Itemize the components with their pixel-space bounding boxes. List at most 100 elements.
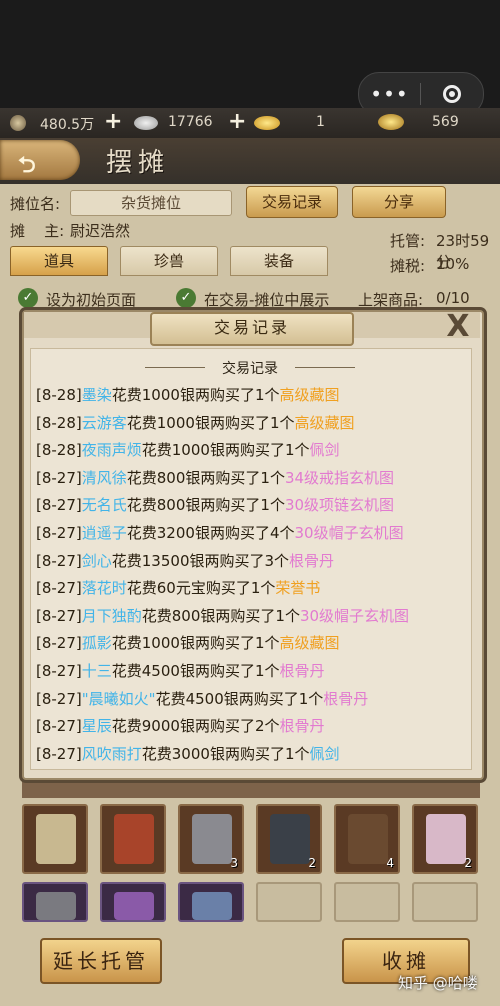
record-item: 根骨丹 [279, 717, 325, 736]
tax-label: 摊税: [390, 257, 426, 275]
record-row: [8-27]落花时花费60元宝购买了1个荣誉书 [36, 575, 476, 601]
record-buyer: 孤影 [81, 634, 112, 653]
record-buyer: 云游客 [81, 413, 127, 432]
record-date: [8-27] [36, 524, 82, 542]
tab-pets[interactable]: 珍兽 [120, 246, 218, 276]
tab-equipment[interactable]: 装备 [230, 246, 328, 276]
inventory-slot[interactable]: 2 [256, 804, 322, 874]
back-arrow-icon: ⮌ [18, 153, 36, 178]
record-row: [8-27]十三花费4500银两购买了1个根骨丹 [36, 658, 476, 684]
more-dots-icon[interactable]: ••• [359, 82, 420, 106]
record-buyer: 夜雨声烦 [81, 441, 142, 460]
ingot-amount: 17766 [168, 114, 213, 130]
record-row: [8-27]孤影花费1000银两购买了1个高级藏图 [36, 630, 476, 656]
inventory-slot[interactable] [256, 882, 322, 922]
record-text: 花费1000银两购买了1个 [111, 386, 280, 404]
record-buyer: 无名氏 [81, 496, 127, 515]
inventory-slot[interactable] [22, 882, 88, 922]
listed-label: 上架商品: [358, 291, 424, 309]
record-row: [8-27]风吹雨打花费3000银两购买了1个佩剑 [36, 741, 476, 767]
record-date: [8-27] [36, 634, 82, 653]
locked-gold-amount: 569 [432, 114, 459, 130]
default-page-label: 设为初始页面 [46, 291, 137, 309]
record-row: [8-27]逍遥子花费3200银两购买了4个30级帽子玄机图 [36, 520, 476, 546]
silver-coin-icon [10, 115, 26, 131]
add-silver-button[interactable]: + [104, 111, 122, 133]
record-date: [8-27] [36, 744, 82, 763]
record-text: 花费9000银两购买了2个 [111, 717, 280, 736]
record-date: [8-27] [36, 717, 82, 736]
inventory-slot[interactable]: 2 [412, 804, 478, 874]
sword-icon [192, 814, 232, 864]
record-text: 花费800银两购买了1个 [126, 468, 285, 487]
record-item: 高级藏图 [294, 413, 355, 432]
zither-icon [348, 814, 388, 864]
silver-ingot-icon [134, 116, 158, 130]
record-text: 花费3000银两购买了1个 [141, 744, 310, 763]
ore-icon [426, 814, 466, 864]
record-date: [8-27] [36, 689, 82, 708]
record-text: 花费1000银两购买了1个 [126, 413, 295, 432]
record-row: [8-27]星辰花费9000银两购买了2个根骨丹 [36, 713, 476, 739]
owner-name: 尉迟浩然 [70, 222, 131, 240]
modal-title: 交易记录 [150, 312, 354, 346]
record-text: 花费800银两购买了1个 [141, 606, 300, 625]
inventory-slot[interactable]: 4 [334, 804, 400, 874]
record-item: 佩剑 [309, 441, 340, 460]
item-quantity: 3 [230, 856, 238, 870]
trade-record-button[interactable]: 交易记录 [246, 186, 338, 218]
record-item: 34级戒指玄机图 [284, 468, 395, 487]
record-item: 荣誉书 [275, 579, 321, 598]
record-date: [8-27] [36, 606, 82, 625]
share-button[interactable]: 分享 [352, 186, 446, 218]
record-buyer: 清风徐 [81, 468, 127, 487]
extend-hosting-button[interactable]: 延长托管 [40, 938, 162, 984]
silver-amount: 480.5万 [40, 117, 95, 133]
record-row: [8-27]剑心花费13500银两购买了3个根骨丹 [36, 548, 476, 574]
gem-icon [114, 892, 154, 920]
checkbox-show-in-trade[interactable]: ✓ [176, 288, 196, 308]
stall-name-field[interactable]: 杂货摊位 [70, 190, 232, 216]
record-item: 佩剑 [309, 744, 340, 763]
back-button[interactable]: ⮌ [0, 140, 80, 180]
inventory-slot[interactable] [412, 882, 478, 922]
gold-amount: 1 [316, 114, 325, 130]
inventory-slot[interactable] [178, 882, 244, 922]
manual-icon [270, 814, 310, 864]
inventory-slot[interactable] [100, 882, 166, 922]
item-quantity: 2 [464, 856, 472, 870]
record-buyer: "晨曦如火" [81, 689, 156, 708]
target-close-icon[interactable] [421, 85, 482, 103]
record-row: [8-27]月下独酌花费800银两购买了1个30级帽子玄机图 [36, 603, 476, 629]
record-item: 高级藏图 [279, 386, 340, 404]
record-item: 30级项链玄机图 [284, 496, 395, 515]
inventory-slot[interactable] [100, 804, 166, 874]
watermark: 知乎 @哈喽 [398, 974, 478, 992]
inventory-slot[interactable] [334, 882, 400, 922]
record-row: [8-28]云游客花费1000银两购买了1个高级藏图 [36, 410, 476, 436]
record-row: [8-28]夜雨声烦花费1000银两购买了1个佩剑 [36, 437, 476, 463]
record-row: [8-27]无名氏花费800银两购买了1个30级项链玄机图 [36, 492, 476, 518]
record-subtitle: 交易记录 [222, 361, 278, 377]
stall-name-label: 摊位名: [10, 195, 61, 213]
record-row: [8-27]清风徐花费800银两购买了1个34级戒指玄机图 [36, 465, 476, 491]
book-icon [36, 814, 76, 864]
checkbox-default-page[interactable]: ✓ [18, 288, 38, 308]
record-item: 根骨丹 [289, 551, 335, 570]
scroll-icon [114, 814, 154, 864]
page-title: 摆摊 [106, 148, 171, 178]
close-icon[interactable]: X [444, 312, 472, 342]
record-date: [8-27] [36, 662, 82, 680]
inventory-slot[interactable] [22, 804, 88, 874]
tax-value: 10% [436, 255, 470, 273]
add-ingot-button[interactable]: + [228, 111, 246, 133]
inventory-row-top-hidden [22, 778, 480, 798]
record-date: [8-27] [36, 468, 82, 487]
record-text: 花费800银两购买了1个 [126, 496, 285, 515]
armor-icon [36, 892, 76, 920]
inventory-slot[interactable]: 3 [178, 804, 244, 874]
record-text: 花费4500银两购买了1个 [111, 662, 280, 680]
item-quantity: 2 [308, 856, 316, 870]
record-buyer: 逍遥子 [81, 524, 127, 542]
tab-items[interactable]: 道具 [10, 246, 108, 276]
